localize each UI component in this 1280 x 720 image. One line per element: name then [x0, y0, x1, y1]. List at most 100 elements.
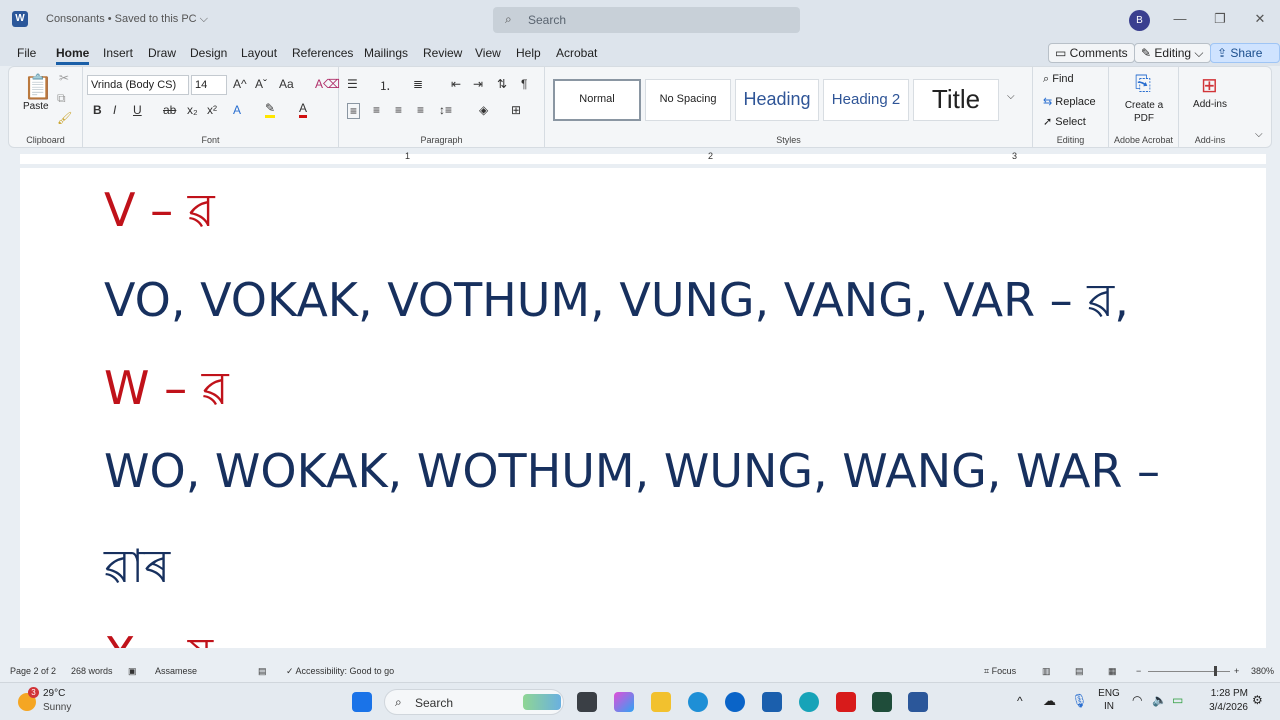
- start-windows-icon[interactable]: [352, 692, 372, 712]
- underline-icon[interactable]: U: [133, 103, 142, 117]
- style-no-spacing[interactable]: No Spacing: [645, 79, 731, 121]
- paste-label[interactable]: Paste: [23, 101, 49, 112]
- read-mode-icon[interactable]: ▥: [1042, 666, 1051, 677]
- editing-mode-button[interactable]: ✎ Editing ⌵: [1134, 43, 1211, 63]
- weather-widget[interactable]: 3 29°C Sunny: [16, 687, 106, 717]
- proofing-icon[interactable]: ▣: [128, 666, 137, 677]
- subscript-icon[interactable]: x₂: [187, 103, 198, 117]
- borders-icon[interactable]: ⊞: [511, 103, 521, 117]
- tab-design[interactable]: Design: [190, 46, 227, 60]
- replace-button[interactable]: ⇆ Replace: [1043, 95, 1096, 108]
- web-layout-icon[interactable]: ▦: [1108, 666, 1117, 677]
- tab-view[interactable]: View: [475, 46, 501, 60]
- battery-icon[interactable]: ▭: [1172, 693, 1183, 707]
- file-explorer-icon[interactable]: [651, 692, 671, 712]
- style-title[interactable]: Title: [913, 79, 999, 121]
- zoom-in-icon[interactable]: +: [1234, 666, 1239, 676]
- minimize-icon[interactable]: —: [1170, 11, 1190, 26]
- document-page[interactable]: V – ৱ VO, VOKAK, VOTHUM, VUNG, VANG, VAR…: [20, 168, 1266, 648]
- tab-acrobat[interactable]: Acrobat: [556, 46, 597, 60]
- cut-icon[interactable]: ✂: [59, 71, 69, 85]
- edge-browser-icon[interactable]: [688, 692, 708, 712]
- change-case-icon[interactable]: Aa: [279, 77, 294, 91]
- copilot-icon[interactable]: [614, 692, 634, 712]
- format-painter-icon[interactable]: 🖌: [57, 111, 72, 125]
- store-icon[interactable]: [762, 692, 782, 712]
- wifi-icon[interactable]: ◠: [1132, 693, 1142, 707]
- language-indicator[interactable]: Assamese: [155, 666, 197, 676]
- create-pdf-label[interactable]: Create a PDF: [1121, 99, 1167, 125]
- volume-icon[interactable]: 🔈: [1152, 693, 1167, 707]
- align-left-icon[interactable]: ≡: [347, 103, 361, 119]
- clear-formatting-icon[interactable]: A⌫: [315, 77, 340, 91]
- pycharm-icon[interactable]: [872, 692, 892, 712]
- tab-draw[interactable]: Draw: [148, 46, 176, 60]
- tab-file[interactable]: File: [17, 46, 36, 60]
- zoom-level[interactable]: 380%: [1251, 666, 1274, 676]
- ruler-bar[interactable]: [20, 154, 1266, 164]
- show-hidden-icons[interactable]: ^: [1017, 694, 1023, 708]
- word-count[interactable]: 268 words: [71, 666, 113, 676]
- highlight-icon[interactable]: ✎: [265, 101, 276, 118]
- tab-mailings[interactable]: Mailings: [364, 46, 408, 60]
- show-marks-icon[interactable]: ¶: [521, 77, 527, 91]
- tab-insert[interactable]: Insert: [103, 46, 133, 60]
- font-color-icon[interactable]: A: [299, 101, 308, 118]
- copy-icon[interactable]: ⧉: [57, 91, 66, 106]
- shrink-font-icon[interactable]: Aˇ: [255, 77, 267, 91]
- focus-button[interactable]: ⌗ Focus: [984, 666, 1016, 677]
- learning-app-icon[interactable]: [799, 692, 819, 712]
- style-normal[interactable]: Normal: [553, 79, 641, 121]
- tab-help[interactable]: Help: [516, 46, 541, 60]
- tab-references[interactable]: References: [292, 46, 353, 60]
- sort-icon[interactable]: ⇅: [497, 77, 507, 91]
- align-center-icon[interactable]: ≡: [373, 103, 380, 117]
- zoom-out-icon[interactable]: −: [1136, 666, 1141, 676]
- style-heading[interactable]: Heading: [735, 79, 819, 121]
- page-count[interactable]: Page 2 of 2: [10, 666, 56, 676]
- italic-icon[interactable]: I: [113, 103, 116, 117]
- text-effects-icon[interactable]: A: [233, 103, 241, 117]
- onedrive-icon[interactable]: ☁: [1043, 693, 1056, 709]
- accessibility-status[interactable]: ✓ Accessibility: Good to go: [286, 666, 394, 677]
- find-button[interactable]: ⌕ Find: [1043, 73, 1074, 86]
- avatar[interactable]: B: [1129, 10, 1150, 31]
- tab-layout[interactable]: Layout: [241, 46, 277, 60]
- zoom-slider-thumb[interactable]: [1214, 666, 1217, 676]
- document-title[interactable]: Consonants • Saved to this PC ⌵: [46, 13, 208, 26]
- multilevel-list-icon[interactable]: ≣: [413, 77, 423, 91]
- word-taskbar-icon[interactable]: [908, 692, 928, 712]
- create-pdf-icon[interactable]: ⎘: [1135, 73, 1151, 96]
- youtube-icon[interactable]: [836, 692, 856, 712]
- close-icon[interactable]: ✕: [1250, 11, 1270, 27]
- increase-indent-icon[interactable]: ⇥: [473, 77, 483, 91]
- font-name-select[interactable]: Vrinda (Body CS): [87, 75, 189, 95]
- style-heading-2[interactable]: Heading 2: [823, 79, 909, 121]
- shading-icon[interactable]: ◈: [479, 103, 488, 117]
- superscript-icon[interactable]: x²: [207, 103, 217, 117]
- grow-font-icon[interactable]: A^: [233, 77, 247, 91]
- collapse-ribbon-icon[interactable]: ⌵: [1255, 129, 1263, 140]
- hp-icon[interactable]: [725, 692, 745, 712]
- paste-icon[interactable]: 📋: [23, 73, 53, 102]
- justify-icon[interactable]: ≡: [417, 103, 424, 117]
- task-view-icon[interactable]: [577, 692, 597, 712]
- print-layout-icon[interactable]: ▤: [1075, 666, 1084, 677]
- strikethrough-icon[interactable]: ab: [163, 103, 176, 117]
- comments-button[interactable]: ▭ Comments: [1048, 43, 1135, 63]
- clock[interactable]: 1:28 PM 3/4/2026: [1200, 687, 1248, 715]
- zoom-slider[interactable]: [1148, 671, 1230, 672]
- microphone-icon[interactable]: 🎙: [1071, 693, 1088, 709]
- search-input[interactable]: ⌕ Search: [493, 7, 800, 33]
- share-button[interactable]: ⇪ Share ⌵: [1210, 43, 1280, 78]
- numbering-icon[interactable]: ⒈: [379, 77, 391, 94]
- tab-review[interactable]: Review: [423, 46, 462, 60]
- line-spacing-icon[interactable]: ↕≡: [439, 103, 452, 117]
- addins-label[interactable]: Add-ins: [1185, 99, 1235, 110]
- align-right-icon[interactable]: ≡: [395, 103, 402, 117]
- macro-icon[interactable]: ▤: [258, 666, 267, 677]
- addins-icon[interactable]: ⊞: [1201, 73, 1218, 98]
- notification-settings-icon[interactable]: ⚙: [1252, 693, 1263, 707]
- decrease-indent-icon[interactable]: ⇤: [451, 77, 461, 91]
- styles-more-icon[interactable]: ⌵: [1007, 91, 1015, 102]
